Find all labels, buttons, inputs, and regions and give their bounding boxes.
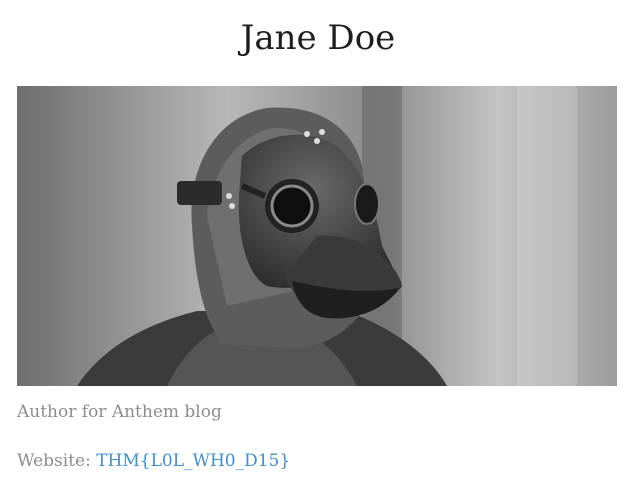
- website-label: Website:: [17, 451, 91, 471]
- author-name: Jane Doe: [240, 18, 396, 58]
- author-photo: [17, 86, 617, 386]
- author-website: Website: THM{L0L_WH0_D15}: [17, 449, 290, 473]
- author-profile: Jane Doe Author for Anthem blog Website:…: [0, 0, 636, 486]
- author-bio: Author for Anthem blog: [17, 402, 222, 422]
- website-link[interactable]: THM{L0L_WH0_D15}: [96, 451, 290, 471]
